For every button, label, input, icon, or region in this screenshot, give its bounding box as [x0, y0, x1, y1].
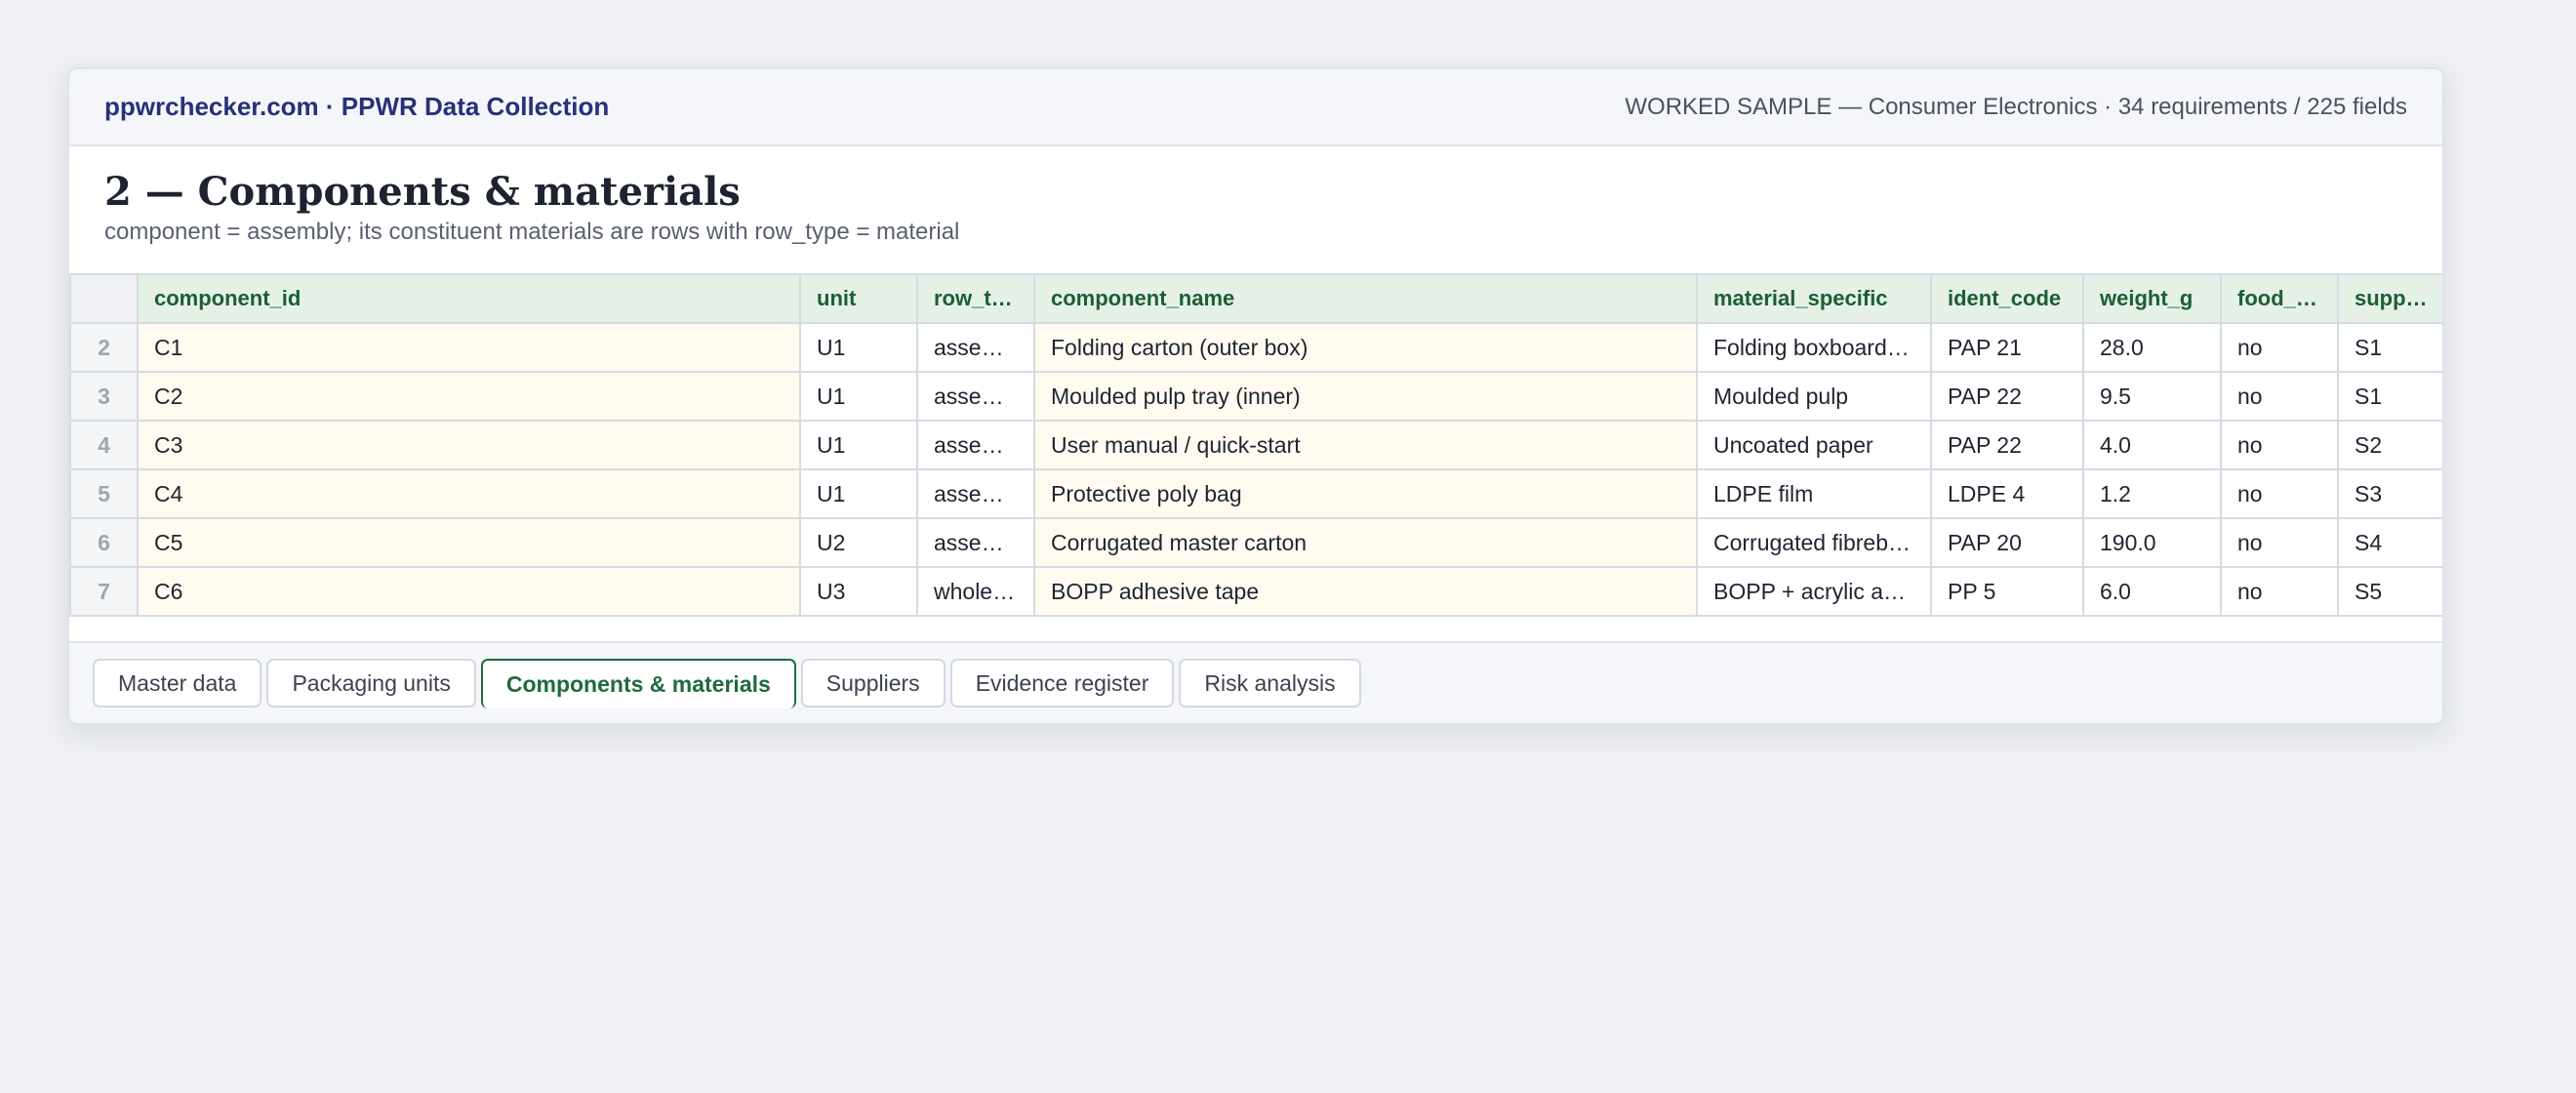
sheet-subtitle: component = assembly; its constituent ma… [104, 219, 960, 245]
table-row: 7 C6 U3 whole… BOPP adhesive tape BOPP + acry… [69, 566, 2442, 617]
table-cell[interactable]: PAP 20 [1930, 517, 2084, 568]
table-cell[interactable]: BOPP adhesive tape [1033, 566, 1698, 617]
table-cell[interactable]: Protective poly bag [1033, 468, 1698, 519]
table-cell[interactable]: C5 [137, 517, 801, 568]
table-cell[interactable]: asse… [916, 371, 1035, 422]
table-cell[interactable]: User manual / quick-start [1033, 420, 1698, 470]
table-cell[interactable]: Folding boxboard… [1696, 322, 1932, 373]
table-cell[interactable]: C6 [137, 566, 801, 617]
row-number: 5 [69, 468, 139, 519]
table-cell[interactable]: Corrugated master carton [1033, 517, 1698, 568]
table-cell[interactable]: Corrugated fibreb… [1696, 517, 1932, 568]
column-header[interactable]: unit [799, 273, 918, 324]
table-cell[interactable]: 1.2 [2082, 468, 2222, 519]
table-cell[interactable]: Moulded pulp [1696, 371, 1932, 422]
table-cell[interactable]: no [2220, 322, 2339, 373]
table-cell[interactable]: no [2220, 420, 2339, 470]
sheet-title: 2 — Components & materials [104, 169, 741, 215]
table-row: 3 C2 U1 asse… Moulded pulp tray (inner) Mould… [69, 371, 2442, 422]
table-cell[interactable]: Moulded pulp tray (inner) [1033, 371, 1698, 422]
table-cell[interactable]: U2 [799, 517, 918, 568]
table-cell[interactable]: 4.0 [2082, 420, 2222, 470]
table-cell[interactable]: asse… [916, 517, 1035, 568]
table-row: 2 C1 U1 asse… Folding carton (outer box) Fold… [69, 322, 2442, 373]
sheet-tab[interactable]: Packaging units [266, 659, 476, 708]
table-cell[interactable]: no [2220, 371, 2339, 422]
sheet-tab[interactable]: Master data [93, 659, 262, 708]
row-number: 6 [69, 517, 139, 568]
table-row: 4 C3 U1 asse… User manual / quick-start Uncoa… [69, 420, 2442, 470]
column-header[interactable]: row_t… [916, 273, 1035, 324]
column-header[interactable]: material_specific [1696, 273, 1932, 324]
table-row: 6 C5 U2 asse… Corrugated master carton Corrug… [69, 517, 2442, 568]
table-cell[interactable]: 190.0 [2082, 517, 2222, 568]
corner-cell [69, 273, 139, 324]
table-cell[interactable]: LDPE 4 [1930, 468, 2084, 519]
table-cell[interactable]: 28.0 [2082, 322, 2222, 373]
column-header[interactable]: food_… [2220, 273, 2339, 324]
header-row: component_id unit row_t… component_name … [69, 273, 2442, 324]
sheet-tab-bar: Master data Packaging units Components & m… [69, 641, 2442, 723]
data-grid: component_id unit row_t… component_name … [69, 273, 2442, 617]
table-cell[interactable]: LDPE film [1696, 468, 1932, 519]
table-cell[interactable]: C1 [137, 322, 801, 373]
table-cell[interactable]: PP 5 [1930, 566, 2084, 617]
table-cell[interactable]: asse… [916, 420, 1035, 470]
table-cell[interactable]: C3 [137, 420, 801, 470]
table-cell[interactable]: C4 [137, 468, 801, 519]
sheet-tab[interactable]: Components & materials [480, 659, 796, 708]
table-cell[interactable]: U1 [799, 371, 918, 422]
table-cell[interactable]: S1 [2337, 371, 2442, 422]
sheet-tab[interactable]: Risk analysis [1179, 659, 1361, 708]
sheet-tab[interactable]: Evidence register [949, 659, 1175, 708]
table-cell[interactable]: U1 [799, 322, 918, 373]
table-cell[interactable]: S2 [2337, 420, 2442, 470]
row-number: 3 [69, 371, 139, 422]
sheet-tab[interactable]: Suppliers [800, 659, 946, 708]
table-cell[interactable]: Folding carton (outer box) [1033, 322, 1698, 373]
table-cell[interactable]: S1 [2337, 322, 2442, 373]
row-number: 7 [69, 566, 139, 617]
table-cell[interactable]: asse… [916, 468, 1035, 519]
table-cell[interactable]: BOPP + acrylic a… [1696, 566, 1932, 617]
table-cell[interactable]: 9.5 [2082, 371, 2222, 422]
table-cell[interactable]: U1 [799, 420, 918, 470]
table-cell[interactable]: no [2220, 468, 2339, 519]
table-cell[interactable]: whole… [916, 566, 1035, 617]
table-cell[interactable]: no [2220, 517, 2339, 568]
column-header[interactable]: component_id [137, 273, 801, 324]
table-cell[interactable]: C2 [137, 371, 801, 422]
row-number: 2 [69, 322, 139, 373]
row-number: 4 [69, 420, 139, 470]
table-row: 5 C4 U1 asse… Protective poly bag LDPE film LD… [69, 468, 2442, 519]
spreadsheet-window: ppwrchecker.com · PPWR Data Collection W… [67, 67, 2444, 725]
table-cell[interactable]: PAP 22 [1930, 371, 2084, 422]
column-header[interactable]: ident_code [1930, 273, 2084, 324]
table-cell[interactable]: PAP 22 [1930, 420, 2084, 470]
sample-info: WORKED SAMPLE — Consumer Electronics · 3… [1625, 93, 2407, 120]
table-cell[interactable]: S5 [2337, 566, 2442, 617]
brand-title[interactable]: ppwrchecker.com · PPWR Data Collection [104, 92, 609, 122]
table-cell[interactable]: U3 [799, 566, 918, 617]
table-cell[interactable]: Uncoated paper [1696, 420, 1932, 470]
table-cell[interactable]: no [2220, 566, 2339, 617]
table-cell[interactable]: PAP 21 [1930, 322, 2084, 373]
table-cell[interactable]: U1 [799, 468, 918, 519]
sheet-header: 2 — Components & materials component = a… [69, 146, 2442, 273]
table-cell[interactable]: 6.0 [2082, 566, 2222, 617]
column-header[interactable]: supp… [2337, 273, 2442, 324]
column-header[interactable]: weight_g [2082, 273, 2222, 324]
column-header[interactable]: component_name [1033, 273, 1698, 324]
table-cell[interactable]: S4 [2337, 517, 2442, 568]
top-bar: ppwrchecker.com · PPWR Data Collection W… [69, 69, 2442, 146]
table-cell[interactable]: S3 [2337, 468, 2442, 519]
table-cell[interactable]: asse… [916, 322, 1035, 373]
